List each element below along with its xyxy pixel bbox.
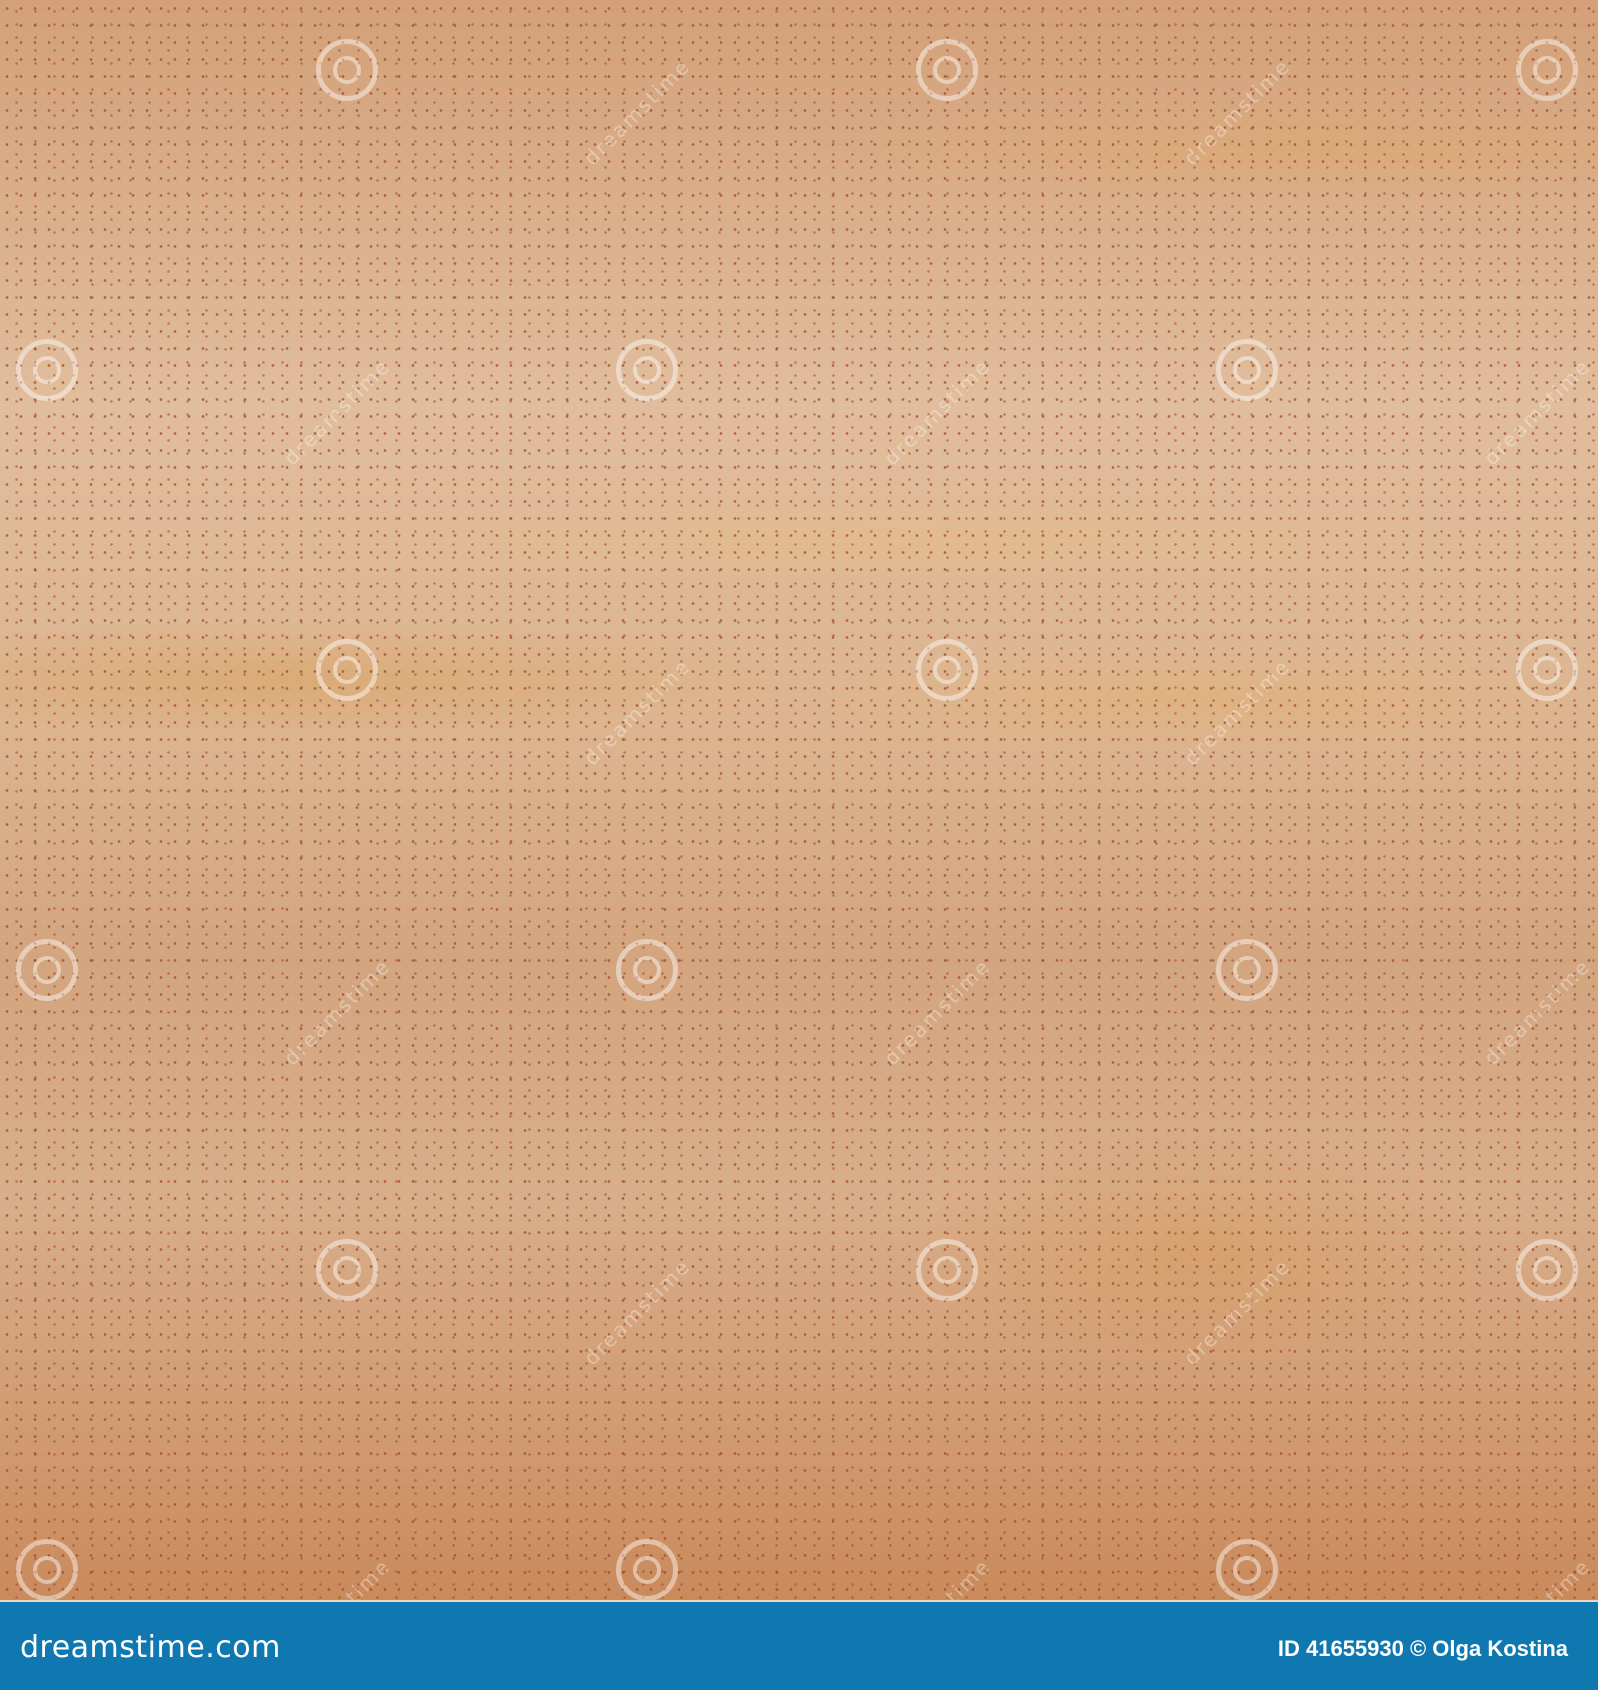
watermark-spiral-icon [316, 39, 378, 101]
watermark-spiral-icon [16, 339, 78, 401]
dot-pattern [0, 0, 1598, 1600]
watermark-spiral-icon [316, 639, 378, 701]
watermark-spiral-icon [916, 1239, 978, 1301]
watermark-spiral-icon [616, 939, 678, 1001]
watermark-spiral-icon [1516, 1239, 1578, 1301]
watermark-spiral-icon [1516, 639, 1578, 701]
watermark-spiral-icon [916, 39, 978, 101]
watermark-spiral-icon [916, 639, 978, 701]
texture-background: dreamstime dreamstime dreamstime dreamstime… [0, 0, 1598, 1600]
watermark-spiral-icon [1216, 1539, 1278, 1600]
watermark-spiral-icon [1216, 939, 1278, 1001]
watermark-spiral-icon [1516, 39, 1578, 101]
watermark-spiral-icon [616, 339, 678, 401]
watermark-spiral-icon [316, 1239, 378, 1301]
watermark-spiral-icon [616, 1539, 678, 1600]
footer-bar: dreamstime.com ID 41655930 © Olga Kostin… [0, 1600, 1598, 1690]
watermark-spiral-icon [1216, 339, 1278, 401]
image-credit: ID 41655930 © Olga Kostina [1277, 1636, 1568, 1661]
watermark-spiral-icon [16, 939, 78, 1001]
watermark-spiral-icon [16, 1539, 78, 1600]
dreamstime-logo: dreamstime.com [20, 1630, 281, 1665]
